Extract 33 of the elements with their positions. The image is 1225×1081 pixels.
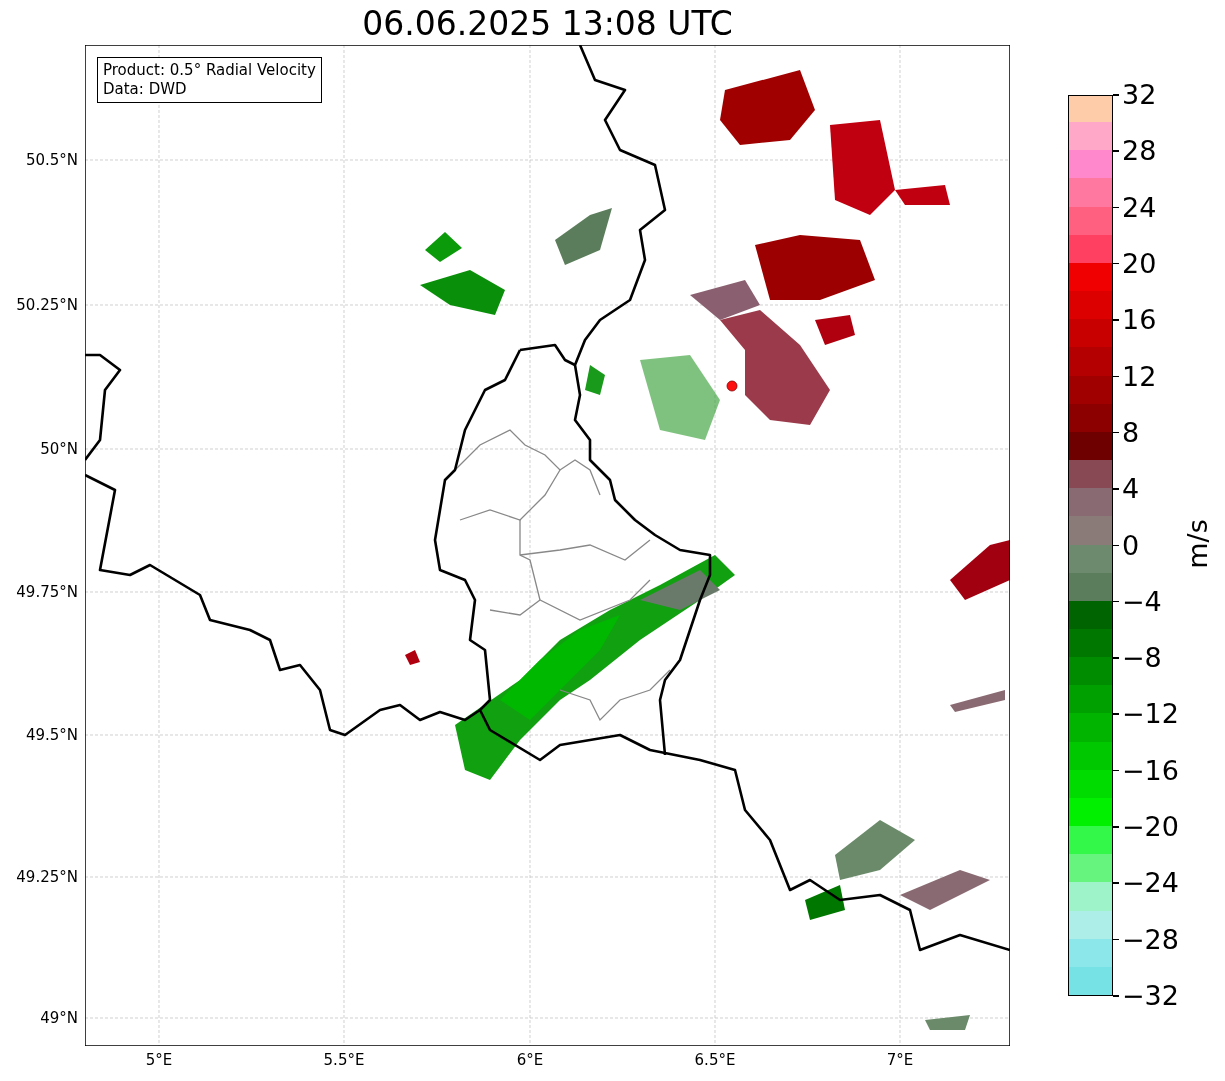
latitude-label: 50.25°N — [16, 296, 78, 314]
latitude-label: 49.25°N — [16, 868, 78, 886]
longitude-label: 6°E — [515, 1051, 545, 1069]
longitude-label: 5.5°E — [322, 1051, 366, 1069]
colorbar-tick-label: 16 — [1122, 304, 1157, 337]
info-text: Data: DWD — [103, 80, 188, 99]
latitude-label: 50.5°N — [25, 151, 78, 169]
colorbar-tick-label: 28 — [1122, 135, 1157, 168]
colorbar-tick-label: −12 — [1122, 698, 1179, 731]
colorbar-tick-label: −8 — [1122, 642, 1162, 675]
colorbar-tick-label: −4 — [1122, 585, 1162, 618]
longitude-label: 6.5°E — [693, 1051, 737, 1069]
colorbar-tick-label: 12 — [1122, 360, 1157, 393]
latitude-label: 49.5°N — [25, 726, 78, 744]
colorbar-tick-label: −16 — [1122, 754, 1179, 787]
colorbar-tick-label: −28 — [1122, 923, 1179, 956]
colorbar-tick-label: 4 — [1122, 473, 1140, 506]
colorbar-tick-label: 20 — [1122, 247, 1157, 280]
chart-title: 06.06.2025 13:08 UTC — [361, 4, 734, 44]
colorbar-tick-label: 24 — [1122, 191, 1157, 224]
colorbar-tick-label: 0 — [1122, 529, 1140, 562]
info-text: Product: 0.5° Radial Velocity — [103, 61, 316, 80]
colorbar-tick-label: −24 — [1122, 867, 1179, 900]
colorbar-label: m/s — [1182, 518, 1214, 571]
latitude-label: 50°N — [40, 440, 78, 458]
longitude-label: 7°E — [885, 1051, 915, 1069]
colorbar-tick-label: −32 — [1122, 980, 1179, 1012]
latitude-label: 49.75°N — [16, 583, 78, 601]
colorbar-tick-label: 8 — [1122, 416, 1140, 449]
longitude-label: 5°E — [144, 1051, 174, 1069]
colorbar-tick-label: −20 — [1122, 811, 1179, 844]
colorbar-tick-label: 32 — [1122, 79, 1157, 111]
latitude-label: 49°N — [40, 1009, 78, 1027]
